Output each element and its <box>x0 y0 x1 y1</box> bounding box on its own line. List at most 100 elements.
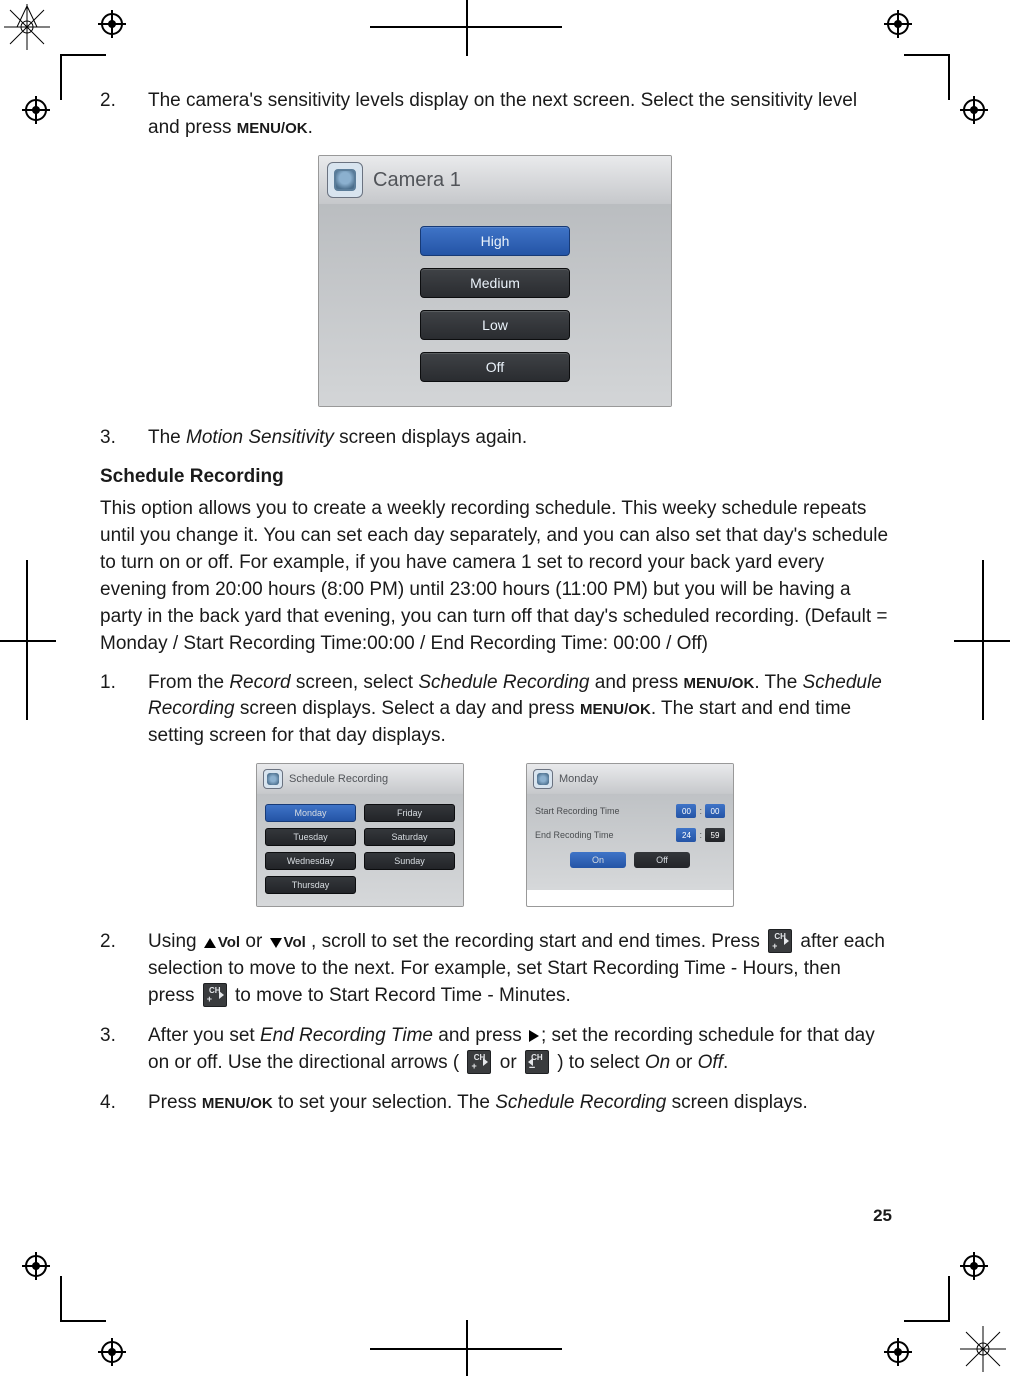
registration-starburst-icon <box>958 1324 1008 1374</box>
step-text: After you set <box>148 1025 260 1046</box>
crop-mark-icon <box>466 0 468 56</box>
step-number: 4. <box>100 1090 148 1117</box>
step-number: 1. <box>100 670 148 750</box>
crop-mark-icon <box>370 26 562 28</box>
step-1b: 1. From the Record screen, select Schedu… <box>100 670 890 750</box>
italic-term: Off <box>698 1052 723 1073</box>
day-wednesday[interactable]: Wednesday <box>265 852 356 870</box>
section-heading: Schedule Recording <box>100 466 890 488</box>
right-triangle-icon <box>529 1030 539 1042</box>
step-text: or <box>240 931 267 952</box>
end-min[interactable]: 59 <box>705 828 725 842</box>
step-2b: 2. Using Vol or Vol , scroll to set the … <box>100 929 890 1009</box>
camera-icon <box>327 162 363 198</box>
registration-mark-icon <box>884 10 912 38</box>
screenshot-title: Monday <box>559 773 598 785</box>
registration-mark-icon <box>884 1338 912 1366</box>
down-triangle-icon <box>270 938 282 948</box>
screenshot-header: Monday <box>527 764 733 794</box>
registration-mark-icon <box>98 1338 126 1366</box>
italic-term: Schedule Recording <box>495 1092 666 1113</box>
crop-mark-icon <box>982 560 984 720</box>
step-text: screen displays. <box>666 1092 808 1113</box>
day-saturday[interactable]: Saturday <box>364 828 455 846</box>
step-text: to set your selection. The <box>273 1092 496 1113</box>
step-number: 3. <box>100 1023 148 1076</box>
menuok-label: MENU/OK <box>202 1095 273 1112</box>
step-text: The <box>148 427 186 448</box>
up-triangle-icon <box>204 938 216 948</box>
menuok-label: MENU/OK <box>237 120 308 137</box>
step-3b: 3. After you set End Recording Time and … <box>100 1023 890 1076</box>
crop-mark-icon <box>60 54 62 100</box>
page-number: 25 <box>873 1206 892 1226</box>
italic-term: Motion Sensitivity <box>186 427 334 448</box>
option-medium[interactable]: Medium <box>420 268 570 298</box>
step-text: screen displays again. <box>334 427 527 448</box>
italic-term: On <box>645 1052 670 1073</box>
day-tuesday[interactable]: Tuesday <box>265 828 356 846</box>
step-text: , scroll to set the recording start and … <box>306 931 765 952</box>
toggle-off[interactable]: Off <box>634 852 690 868</box>
menuok-label: MENU/OK <box>683 675 754 692</box>
step-text: screen, select <box>291 672 419 693</box>
registration-mark-icon <box>960 1252 988 1280</box>
registration-mark-icon <box>22 96 50 124</box>
crop-mark-icon <box>948 1276 950 1322</box>
camera-icon <box>263 769 283 789</box>
ch-left-icon: CH− <box>525 1050 549 1074</box>
step-text: ) to select <box>552 1052 645 1073</box>
crop-mark-icon <box>26 560 28 720</box>
day-detail-screenshot: Monday Start Recording Time 00:00 End Re… <box>526 763 734 907</box>
start-hour[interactable]: 00 <box>676 804 696 818</box>
crop-mark-icon <box>60 54 106 56</box>
step-text: . The <box>754 672 802 693</box>
italic-term: Record <box>229 672 290 693</box>
camera-icon <box>533 769 553 789</box>
day-monday[interactable]: Monday <box>265 804 356 822</box>
screenshot-title: Camera 1 <box>373 169 461 192</box>
step-text: Using <box>148 931 202 952</box>
vol-label: Vol <box>218 934 240 951</box>
crop-mark-icon <box>904 54 950 56</box>
step-text: and press <box>433 1025 527 1046</box>
vol-label: Vol <box>284 934 306 951</box>
screenshot-header: Schedule Recording <box>257 764 463 794</box>
step-number: 2. <box>100 88 148 141</box>
step-text: . <box>308 117 313 138</box>
start-min[interactable]: 00 <box>705 804 725 818</box>
dual-screenshots: Schedule Recording Monday Friday Tuesday… <box>100 763 890 907</box>
registration-mark-icon <box>98 10 126 38</box>
step-2: 2. The camera's sensitivity levels displ… <box>100 88 890 141</box>
start-time-label: Start Recording Time <box>535 806 620 816</box>
page-content: 2. The camera's sensitivity levels displ… <box>100 88 890 1131</box>
manual-page: 2. The camera's sensitivity levels displ… <box>0 0 1010 1376</box>
day-sunday[interactable]: Sunday <box>364 852 455 870</box>
registration-starburst-icon <box>2 2 52 52</box>
screenshot-title: Schedule Recording <box>289 773 388 785</box>
option-off[interactable]: Off <box>420 352 570 382</box>
end-hour[interactable]: 24 <box>676 828 696 842</box>
crop-mark-icon <box>0 640 56 642</box>
step-4b: 4. Press MENU/OK to set your selection. … <box>100 1090 890 1117</box>
crop-mark-icon <box>60 1276 62 1322</box>
step-number: 3. <box>100 425 148 452</box>
toggle-on[interactable]: On <box>570 852 626 868</box>
step-text: or <box>670 1052 697 1073</box>
menuok-label: MENU/OK <box>580 701 651 718</box>
crop-mark-icon <box>904 1320 950 1322</box>
italic-term: End Recording Time <box>260 1025 433 1046</box>
screenshot-body: High Medium Low Off <box>319 204 671 406</box>
crop-mark-icon <box>60 1320 106 1322</box>
step-3: 3. The Motion Sensitivity screen display… <box>100 425 890 452</box>
option-low[interactable]: Low <box>420 310 570 340</box>
step-text: . <box>723 1052 728 1073</box>
day-thursday[interactable]: Thursday <box>265 876 356 894</box>
section-paragraph: This option allows you to create a weekl… <box>100 496 890 658</box>
ch-right-icon: CH+ <box>467 1050 491 1074</box>
crop-mark-icon <box>370 1348 562 1350</box>
screenshot-header: Camera 1 <box>319 156 671 204</box>
ch-right-icon: CH+ <box>768 929 792 953</box>
option-high[interactable]: High <box>420 226 570 256</box>
day-friday[interactable]: Friday <box>364 804 455 822</box>
